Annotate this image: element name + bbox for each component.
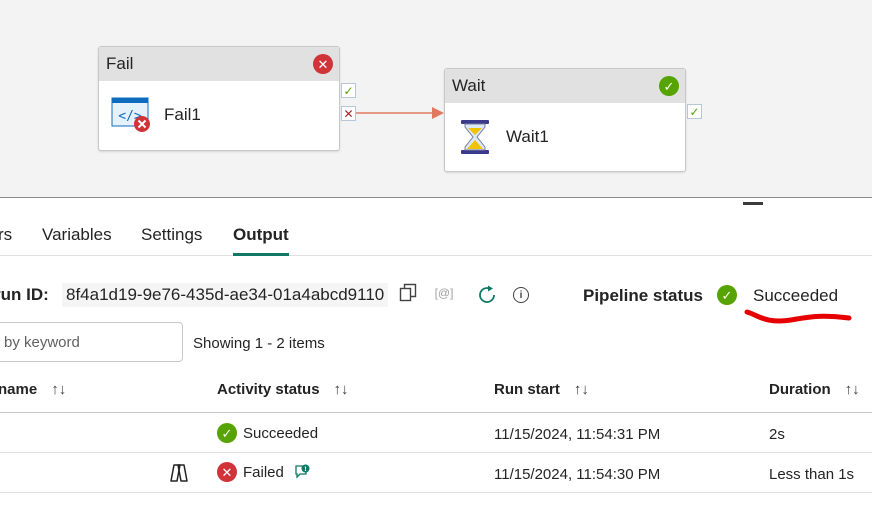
tab-settings[interactable]: Settings	[141, 218, 202, 256]
success-status-icon: ✓	[659, 76, 679, 96]
column-header-duration[interactable]: Duration ↑↓	[769, 381, 860, 398]
column-header-activity-status[interactable]: Activity status ↑↓	[217, 381, 349, 398]
duration-cell: 2s	[769, 426, 785, 443]
fail-node-body: </> Fail1	[99, 81, 339, 149]
svg-text:!: !	[304, 465, 307, 473]
wait-node-title: Wait	[452, 76, 486, 95]
row-divider	[0, 452, 872, 453]
copy-icon[interactable]	[397, 282, 419, 304]
error-details-icon[interactable]: !	[294, 464, 310, 480]
wait-success-port[interactable]: ✓	[687, 104, 702, 119]
sort-icon[interactable]: ↑↓	[51, 381, 66, 398]
error-circle-icon: ✕	[217, 462, 237, 482]
pipeline-status-label: Pipeline status	[583, 286, 703, 305]
fail-activity-icon: </>	[111, 97, 151, 133]
pipeline-status-value: Succeeded	[753, 286, 839, 305]
check-circle-icon: ✓	[717, 285, 737, 305]
column-header-run-start[interactable]: Run start ↑↓	[494, 381, 589, 398]
red-underline-annotation	[744, 309, 852, 324]
column-header-name[interactable]: name ↑↓	[0, 381, 66, 398]
sort-icon[interactable]: ↑↓	[574, 381, 589, 398]
fail-node-title: Fail	[106, 54, 134, 73]
panel-resize-handle[interactable]	[743, 202, 763, 205]
info-icon[interactable]: i	[513, 287, 529, 303]
duration-cell: Less than 1s	[769, 466, 855, 483]
error-status-icon: ✕	[313, 54, 333, 74]
activity-status-cell: ✓ Succeeded	[217, 423, 318, 443]
wait-node-body: Wait1	[445, 103, 685, 171]
row-divider	[0, 492, 872, 493]
wait-activity-node[interactable]: Wait ✓ Wait1	[444, 68, 686, 172]
fail-activity-node[interactable]: Fail ✕ </> Fail1	[98, 46, 340, 151]
sort-icon[interactable]: ↑↓	[334, 381, 349, 398]
wait-node-activity-name: Wait1	[506, 127, 549, 146]
copilot-icon[interactable]	[167, 461, 191, 485]
connector-arrow[interactable]	[356, 104, 446, 122]
output-panel-tabs: rs Variables Settings Output	[0, 218, 872, 256]
tab-variables[interactable]: Variables	[42, 218, 112, 256]
refresh-icon[interactable]	[476, 284, 498, 306]
wait-node-header: Wait ✓	[445, 69, 685, 103]
fail-success-port[interactable]: ✓	[341, 83, 356, 98]
sort-icon[interactable]: ↑↓	[845, 381, 860, 398]
run-id-value: 8f4a1d19-9e76-435d-ae34-01a4abcd9110	[62, 283, 389, 307]
check-circle-icon: ✓	[217, 423, 237, 443]
tab-output[interactable]: Output	[233, 218, 289, 256]
pipeline-canvas[interactable]: Fail ✕ </> Fail1 ✓ ✕ Wait ✓ Wait1 ✓	[0, 0, 872, 198]
run-start-cell: 11/15/2024, 11:54:31 PM	[494, 426, 661, 443]
fail-node-activity-name: Fail1	[164, 105, 201, 124]
fail-node-header: Fail ✕	[99, 47, 339, 81]
view-json-icon[interactable]: [@]	[432, 284, 456, 302]
header-divider	[0, 412, 872, 413]
tab-parameters[interactable]: rs	[0, 218, 12, 256]
activity-status-cell: ✕ Failed !	[217, 462, 310, 482]
hourglass-icon	[457, 118, 493, 156]
run-id-label: run ID:	[0, 285, 49, 304]
showing-count: Showing 1 - 2 items	[193, 335, 325, 352]
search-input[interactable]	[0, 322, 183, 362]
fail-failure-port[interactable]: ✕	[341, 106, 356, 121]
run-start-cell: 11/15/2024, 11:54:30 PM	[494, 466, 661, 483]
